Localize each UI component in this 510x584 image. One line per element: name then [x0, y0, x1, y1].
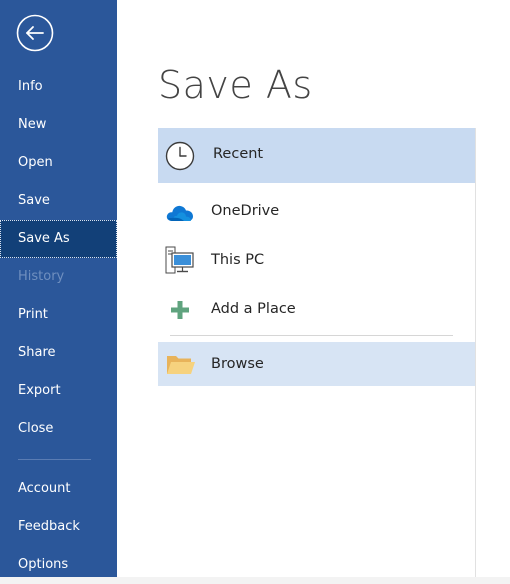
page-title: Save As	[158, 63, 313, 107]
location-add-a-place[interactable]: Add a Place	[158, 285, 475, 334]
list-divider	[170, 335, 453, 336]
nav-options[interactable]: Options	[0, 546, 117, 584]
nav-history: History	[18, 269, 65, 284]
computer-icon	[164, 245, 196, 277]
location-label: This PC	[211, 252, 265, 268]
back-arrow-icon	[16, 14, 54, 52]
nav-info[interactable]: Info	[0, 68, 117, 106]
location-label: Browse	[211, 356, 264, 372]
location-label: Recent	[213, 146, 264, 162]
main-panel: Save As Recent OneDrive This PC Add a Pl…	[117, 0, 510, 577]
nav-open[interactable]: Open	[0, 144, 117, 182]
clock-icon	[164, 140, 196, 172]
location-label: Add a Place	[211, 301, 296, 317]
nav-new[interactable]: New	[0, 106, 117, 144]
location-this-pc[interactable]: This PC	[158, 236, 475, 285]
sidebar-divider	[18, 459, 91, 460]
location-recent[interactable]: Recent	[158, 128, 475, 183]
nav-save[interactable]: Save	[0, 182, 117, 220]
nav-close[interactable]: Close	[0, 410, 117, 448]
nav-account[interactable]: Account	[0, 470, 117, 508]
location-browse[interactable]: Browse	[158, 342, 475, 386]
backstage-sidebar: Info New Open Save Save As History Print…	[0, 0, 117, 577]
folder-icon	[164, 348, 196, 380]
location-label: OneDrive	[211, 203, 280, 219]
save-location-list: Recent OneDrive This PC Add a Place Brow…	[158, 128, 476, 577]
location-onedrive[interactable]: OneDrive	[158, 187, 475, 236]
nav-feedback[interactable]: Feedback	[0, 508, 117, 546]
nav-share[interactable]: Share	[0, 334, 117, 372]
back-button[interactable]	[16, 14, 54, 52]
nav-print[interactable]: Print	[0, 296, 117, 334]
plus-icon	[164, 294, 196, 326]
nav-export[interactable]: Export	[0, 372, 117, 410]
cloud-icon	[164, 197, 196, 229]
nav-save-as[interactable]: Save As	[0, 220, 117, 258]
